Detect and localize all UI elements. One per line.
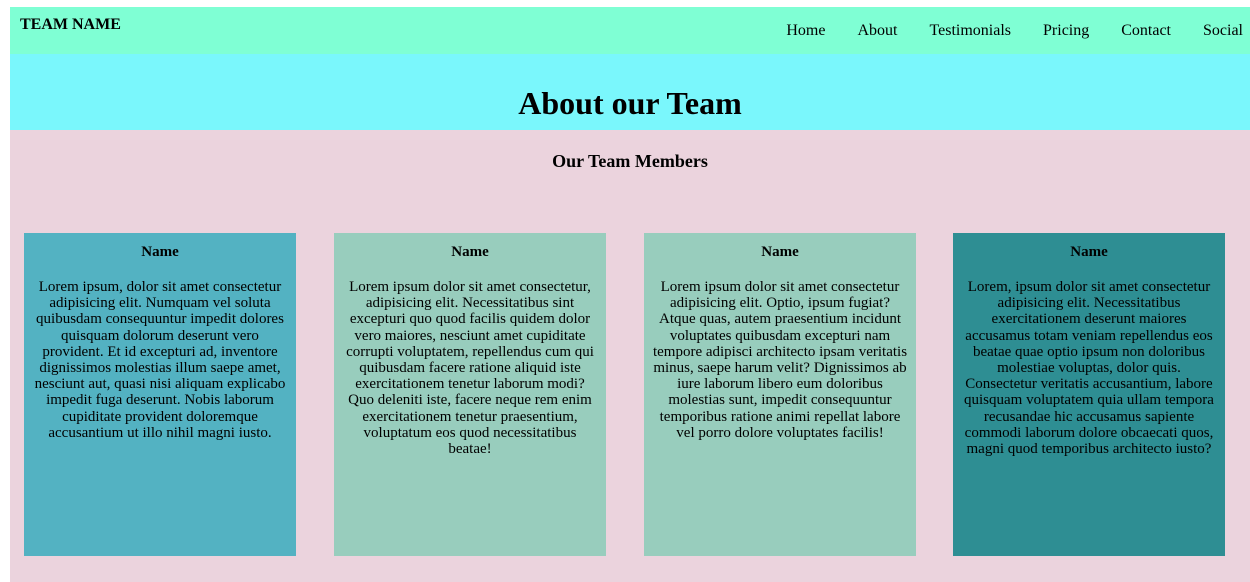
brand-logo[interactable]: TEAM NAME [20, 16, 121, 34]
team-cards: Name Lorem ipsum, dolor sit amet consect… [24, 233, 1225, 556]
nav-link-testimonials[interactable]: Testimonials [929, 22, 1011, 39]
member-name: Name [1070, 244, 1108, 260]
team-member-card-1: Name Lorem ipsum, dolor sit amet consect… [24, 233, 296, 556]
member-name: Name [451, 244, 489, 260]
member-name: Name [761, 244, 799, 260]
team-member-card-2: Name Lorem ipsum dolor sit amet consecte… [334, 233, 606, 556]
member-description: Lorem, ipsum dolor sit amet consectetur … [964, 279, 1214, 458]
team-member-card-4: Name Lorem, ipsum dolor sit amet consect… [953, 233, 1225, 556]
member-name: Name [141, 244, 179, 260]
nav-link-about[interactable]: About [857, 22, 897, 39]
member-description: Lorem ipsum dolor sit amet consectetur, … [346, 279, 594, 458]
member-description: Lorem ipsum, dolor sit amet consectetur … [34, 279, 286, 441]
nav-link-pricing[interactable]: Pricing [1043, 22, 1089, 39]
team-section: Our Team Members Name Lorem ipsum, dolor… [10, 130, 1250, 582]
hero-banner: About our Team [10, 54, 1250, 130]
navbar: TEAM NAME Home About Testimonials Pricin… [10, 7, 1250, 54]
page: TEAM NAME Home About Testimonials Pricin… [10, 7, 1250, 582]
member-description: Lorem ipsum dolor sit amet consectetur a… [652, 279, 908, 441]
nav-menu: Home About Testimonials Pricing Contact … [786, 22, 1243, 40]
page-title: About our Team [518, 85, 742, 121]
nav-link-social[interactable]: Social [1203, 22, 1243, 39]
section-title: Our Team Members [552, 151, 708, 171]
nav-link-contact[interactable]: Contact [1121, 22, 1171, 39]
team-member-card-3: Name Lorem ipsum dolor sit amet consecte… [644, 233, 916, 556]
nav-link-home[interactable]: Home [786, 22, 825, 39]
